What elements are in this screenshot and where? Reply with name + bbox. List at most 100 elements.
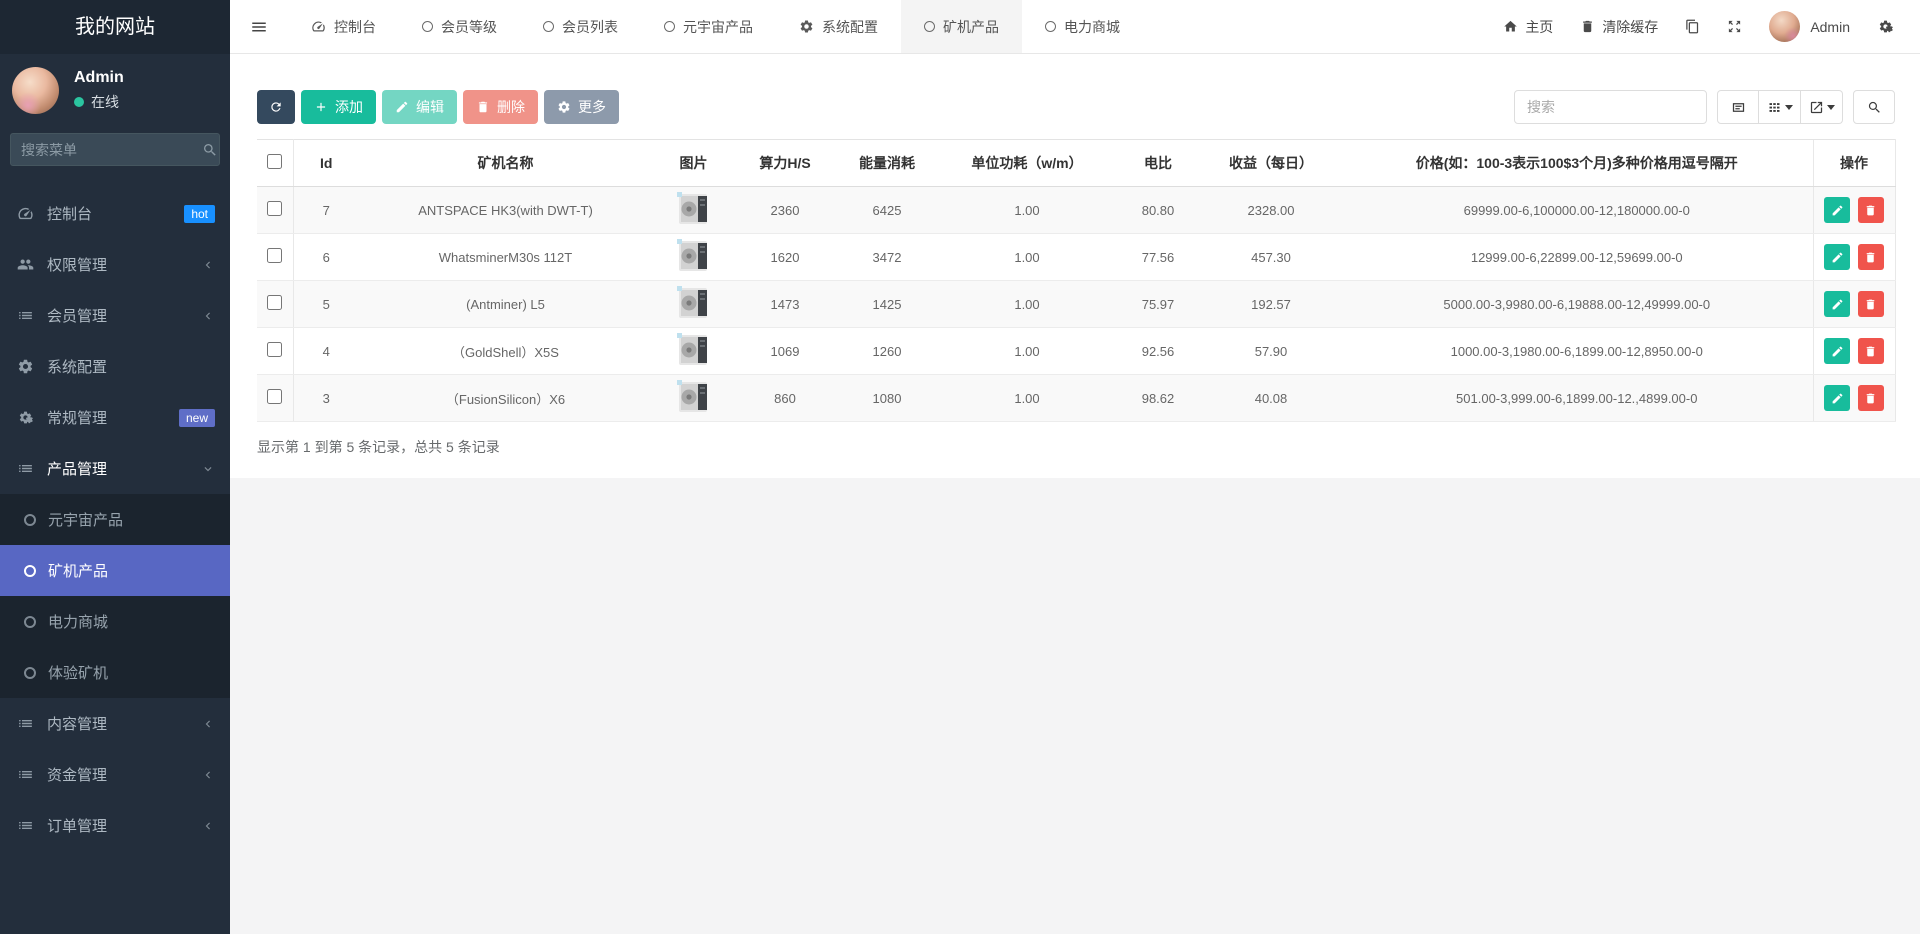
cell-price: 69999.00-6,100000.00-12,180000.00-0 [1341, 187, 1813, 234]
detail-view-button[interactable] [1717, 90, 1759, 124]
edit-button[interactable]: 编辑 [382, 90, 457, 124]
tab-system-config[interactable]: 系统配置 [776, 0, 901, 53]
sidebar-item-members[interactable]: 会员管理 [0, 290, 230, 341]
home-link[interactable]: 主页 [1503, 17, 1553, 37]
column-header-image: 图片 [652, 140, 735, 187]
tab-dashboard[interactable]: 控制台 [288, 0, 399, 53]
circle-icon [1045, 21, 1056, 32]
tab-member-list[interactable]: 会员列表 [520, 0, 641, 53]
export-icon [1809, 100, 1824, 115]
cell-energy: 1425 [835, 281, 939, 328]
sidebar-item-trial-miner[interactable]: 体验矿机 [0, 647, 230, 698]
cell-name: （GoldShell）X5S [359, 328, 652, 375]
search-toggle-button[interactable] [1853, 90, 1895, 124]
sidebar-item-general[interactable]: 常规管理 new [0, 392, 230, 443]
trash-icon [476, 100, 490, 114]
select-all-checkbox[interactable] [267, 154, 282, 169]
cell-daily-income: 457.30 [1201, 234, 1341, 281]
row-delete-button[interactable] [1858, 197, 1884, 223]
hamburger-button[interactable] [230, 0, 288, 53]
trash-icon [1864, 392, 1877, 405]
row-checkbox[interactable] [267, 389, 282, 404]
search-icon [1867, 100, 1882, 115]
cell-actions [1813, 234, 1895, 281]
clear-cache-link[interactable]: 清除缓存 [1580, 17, 1658, 37]
row-delete-button[interactable] [1858, 385, 1884, 411]
sidebar-item-permissions[interactable]: 权限管理 [0, 239, 230, 290]
tab-miner-products[interactable]: 矿机产品 [901, 0, 1022, 53]
pencil-icon [1831, 298, 1844, 311]
add-button[interactable]: 添加 [301, 90, 376, 124]
export-button[interactable] [1801, 90, 1843, 124]
tachometer-icon [15, 205, 35, 222]
sidebar-item-metaverse-products[interactable]: 元宇宙产品 [0, 494, 230, 545]
table-body: 7 ANTSPACE HK3(with DWT-T) 2360 6425 1.0… [257, 187, 1895, 422]
sidebar-item-content[interactable]: 内容管理 [0, 698, 230, 749]
new-badge: new [179, 409, 215, 427]
caret-down-icon [1785, 105, 1793, 110]
nav-tabs: 控制台 会员等级 会员列表 元宇宙产品 系统配置 [288, 0, 1143, 53]
refresh-button[interactable] [257, 90, 295, 124]
row-delete-button[interactable] [1858, 244, 1884, 270]
pencil-icon [1831, 204, 1844, 217]
row-edit-button[interactable] [1824, 291, 1850, 317]
cell-price: 12999.00-6,22899.00-12,59699.00-0 [1341, 234, 1813, 281]
cell-price: 501.00-3,999.00-6,1899.00-12.,4899.00-0 [1341, 375, 1813, 422]
chevron-left-icon [201, 768, 215, 782]
row-checkbox[interactable] [267, 201, 282, 216]
row-edit-button[interactable] [1824, 197, 1850, 223]
tab-metaverse-products[interactable]: 元宇宙产品 [641, 0, 776, 53]
cell-name: (Antminer) L5 [359, 281, 652, 328]
pencil-icon [395, 100, 409, 114]
row-checkbox[interactable] [267, 295, 282, 310]
cell-image [652, 234, 735, 281]
copy-page-button[interactable] [1685, 19, 1700, 34]
column-header-power-ratio: 电比 [1115, 140, 1201, 187]
sidebar-item-products[interactable]: 产品管理 [0, 443, 230, 494]
row-checkbox[interactable] [267, 248, 282, 263]
cell-power-ratio: 98.62 [1115, 375, 1201, 422]
cell-energy: 1080 [835, 375, 939, 422]
sidebar-item-orders[interactable]: 订单管理 [0, 800, 230, 851]
hot-badge: hot [184, 205, 215, 223]
row-delete-button[interactable] [1858, 338, 1884, 364]
row-checkbox[interactable] [267, 342, 282, 357]
menu-search-input[interactable] [21, 142, 202, 158]
cell-hashrate: 2360 [735, 187, 835, 234]
table-row: 4 （GoldShell）X5S 1069 1260 1.00 92.56 57… [257, 328, 1895, 375]
pencil-icon [1831, 345, 1844, 358]
user-menu[interactable]: Admin [1769, 11, 1850, 42]
navbar-user-name: Admin [1810, 19, 1850, 35]
fullscreen-button[interactable] [1727, 19, 1742, 34]
settings-button[interactable] [1877, 18, 1894, 35]
circle-icon [543, 21, 554, 32]
circle-icon [664, 21, 675, 32]
row-delete-button[interactable] [1858, 291, 1884, 317]
tab-power-mall[interactable]: 电力商城 [1022, 0, 1143, 53]
sidebar-item-funds[interactable]: 资金管理 [0, 749, 230, 800]
table-search-input[interactable] [1514, 90, 1707, 124]
sidebar-item-dashboard[interactable]: 控制台 hot [0, 188, 230, 239]
admin-app: 我的网站 Admin 在线 控制台 hot 权限管理 [0, 0, 1920, 934]
sidebar-item-miner-products[interactable]: 矿机产品 [0, 545, 230, 596]
search-icon [202, 142, 218, 158]
more-button[interactable]: 更多 [544, 90, 619, 124]
products-submenu: 元宇宙产品 矿机产品 电力商城 体验矿机 [0, 494, 230, 698]
row-edit-button[interactable] [1824, 244, 1850, 270]
tab-member-levels[interactable]: 会员等级 [399, 0, 520, 53]
circle-icon [24, 667, 36, 679]
circle-icon [924, 21, 935, 32]
columns-button[interactable] [1759, 90, 1801, 124]
cell-actions [1813, 328, 1895, 375]
miner-product-image [671, 330, 717, 370]
sidebar-item-system-config[interactable]: 系统配置 [0, 341, 230, 392]
trash-icon [1580, 19, 1595, 34]
row-edit-button[interactable] [1824, 338, 1850, 364]
cell-image [652, 187, 735, 234]
sidebar-item-power-mall[interactable]: 电力商城 [0, 596, 230, 647]
plus-icon [314, 100, 328, 114]
row-edit-button[interactable] [1824, 385, 1850, 411]
cell-unit-power: 1.00 [939, 234, 1115, 281]
tachometer-icon [311, 19, 326, 34]
delete-button[interactable]: 删除 [463, 90, 538, 124]
